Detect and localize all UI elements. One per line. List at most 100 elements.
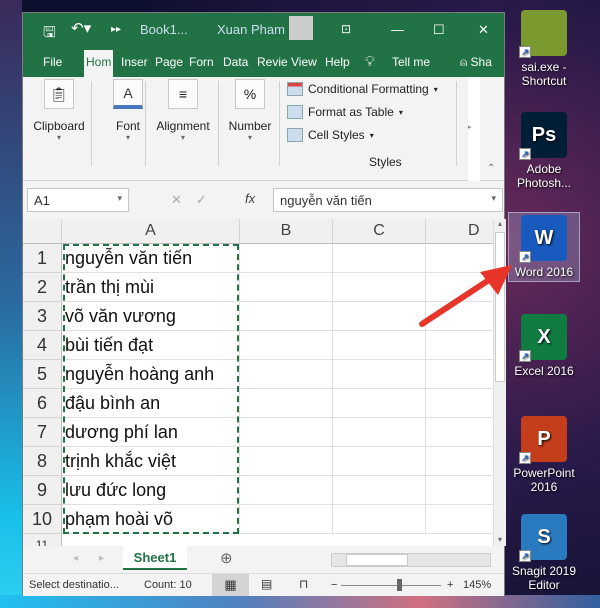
cell-d7[interactable] — [426, 418, 493, 447]
clipboard-group[interactable]: 📋︎ Clipboard ▾ — [29, 79, 89, 142]
column-header-d[interactable]: D — [426, 219, 493, 244]
cell-b1[interactable] — [240, 244, 333, 273]
horizontal-scrollbar[interactable] — [331, 553, 491, 567]
maximize-button[interactable]: ☐ — [433, 22, 445, 38]
format-as-table-button[interactable]: Format as Table ▾ — [287, 105, 403, 119]
desktop-icon[interactable]: S ↗ Snagit 2019 Editor — [508, 512, 580, 594]
name-box[interactable]: A1 ▾ — [27, 188, 129, 212]
desktop-icon-label: sai.exe - Shortcut — [521, 60, 567, 88]
tab-formulas[interactable]: Forn — [189, 55, 214, 69]
ribbon-display-icon[interactable]: ⊡ — [341, 22, 351, 36]
clipboard-label: Clipboard — [33, 119, 85, 133]
new-sheet-icon[interactable]: ⊕ — [220, 549, 233, 567]
tab-view[interactable]: View — [291, 55, 317, 69]
cell-b10[interactable] — [240, 505, 333, 534]
row-header[interactable]: 5 — [23, 360, 62, 389]
tab-file[interactable]: File — [43, 55, 62, 69]
page-break-view-icon[interactable]: ⊓ — [299, 577, 308, 591]
normal-view-icon[interactable]: ▦ — [212, 574, 249, 596]
zoom-slider[interactable] — [341, 585, 441, 586]
page-layout-view-icon[interactable]: ▤ — [261, 577, 272, 591]
zoom-slider-thumb[interactable] — [396, 579, 402, 591]
cell-d9[interactable] — [426, 476, 493, 505]
cell-b7[interactable] — [240, 418, 333, 447]
cell-b8[interactable] — [240, 447, 333, 476]
tab-home[interactable]: Hom — [84, 50, 114, 77]
tab-insert[interactable]: Inser — [121, 55, 148, 69]
formula-buttons[interactable]: ✕✓ — [171, 192, 221, 208]
tab-help[interactable]: Help — [325, 55, 350, 69]
row-header[interactable]: 9 — [23, 476, 62, 505]
cell-c6[interactable] — [333, 389, 426, 418]
column-header-a[interactable]: A — [62, 219, 240, 244]
desktop-icon[interactable]: W ↗ Word 2016 — [508, 212, 580, 282]
horizontal-scroll-thumb[interactable] — [346, 554, 408, 566]
cell-d6[interactable] — [426, 389, 493, 418]
zoom-out-button[interactable]: − — [331, 579, 337, 591]
cell-c10[interactable] — [333, 505, 426, 534]
alignment-group[interactable]: ≡ Alignment ▾ — [153, 79, 213, 142]
cell-d4[interactable] — [426, 331, 493, 360]
desktop-icon[interactable]: ↗ sai.exe - Shortcut — [508, 8, 580, 90]
close-button[interactable]: ✕ — [478, 22, 489, 38]
tell-me-search[interactable]: Tell me — [392, 55, 430, 69]
workbook-title: Book1... — [140, 22, 188, 37]
row-header[interactable]: 10 — [23, 505, 62, 534]
cell-styles-button[interactable]: Cell Styles ▾ — [287, 128, 374, 142]
cell-b9[interactable] — [240, 476, 333, 505]
row-header[interactable]: 1 — [23, 244, 62, 273]
ribbon-scroll-right[interactable]: ▸ — [468, 77, 480, 181]
collapse-ribbon-icon[interactable]: ⌃ — [487, 163, 495, 174]
formula-input[interactable]: nguyễn văn tiến ▾ — [273, 188, 503, 212]
minimize-button[interactable]: — — [391, 22, 404, 37]
cell-b2[interactable] — [240, 273, 333, 302]
conditional-formatting-button[interactable]: Conditional Formatting ▾ — [287, 82, 438, 96]
more-commands-icon[interactable]: ▸▸ — [111, 24, 121, 35]
undo-icon[interactable]: ↶▾ — [71, 19, 91, 37]
row-header[interactable]: 6 — [23, 389, 62, 418]
column-header-b[interactable]: B — [240, 219, 333, 244]
cell-c8[interactable] — [333, 447, 426, 476]
cell-c5[interactable] — [333, 360, 426, 389]
sheet-nav-prev[interactable]: ◂ — [73, 553, 78, 564]
app-icon: X ↗ — [519, 314, 567, 362]
desktop-icon-label: Adobe Photosh... — [516, 162, 572, 190]
cell-d8[interactable] — [426, 447, 493, 476]
row-header[interactable]: 8 — [23, 447, 62, 476]
share-button[interactable]: ⍝ Sha — [460, 55, 492, 70]
cell-c9[interactable] — [333, 476, 426, 505]
user-name[interactable]: Xuan Pham — [217, 22, 285, 37]
cell-b5[interactable] — [240, 360, 333, 389]
sheet-tab-sheet1[interactable]: Sheet1 — [123, 546, 187, 570]
cell-b4[interactable] — [240, 331, 333, 360]
column-header-c[interactable]: C — [333, 219, 426, 244]
avatar[interactable] — [289, 16, 313, 40]
sheet-nav-next[interactable]: ▸ — [99, 553, 104, 564]
clipboard-icon: 📋︎ — [44, 79, 74, 109]
zoom-in-button[interactable]: + — [447, 579, 453, 591]
tab-review[interactable]: Revie — [257, 55, 288, 69]
zoom-level[interactable]: 145% — [463, 579, 491, 591]
cell-c4[interactable] — [333, 331, 426, 360]
shortcut-arrow-icon: ↗ — [519, 148, 531, 160]
tab-data[interactable]: Data — [223, 55, 248, 69]
select-all-corner[interactable] — [23, 219, 62, 244]
cell-c7[interactable] — [333, 418, 426, 447]
row-header-11[interactable]: 11 — [23, 534, 62, 546]
cell-d5[interactable] — [426, 360, 493, 389]
desktop-icon[interactable]: P ↗ PowerPoint 2016 — [508, 414, 580, 496]
cell-b3[interactable] — [240, 302, 333, 331]
row-header[interactable]: 4 — [23, 331, 62, 360]
row-header[interactable]: 7 — [23, 418, 62, 447]
cell-b6[interactable] — [240, 389, 333, 418]
desktop-icon[interactable]: Ps ↗ Adobe Photosh... — [508, 110, 580, 192]
desktop-icon[interactable]: X ↗ Excel 2016 — [508, 312, 580, 380]
save-icon[interactable]: 🖫 — [43, 22, 56, 47]
row-header[interactable]: 3 — [23, 302, 62, 331]
insert-function-button[interactable]: fx — [245, 191, 255, 206]
row-header[interactable]: 2 — [23, 273, 62, 302]
title-bar: 🖫 ↶▾ ▸▸ Book1... Xuan Pham ⊡ — ☐ ✕ — [23, 13, 504, 46]
cell-d10[interactable] — [426, 505, 493, 534]
number-group[interactable]: % Number ▾ — [225, 79, 275, 142]
tab-page-layout[interactable]: Page — [155, 55, 183, 69]
